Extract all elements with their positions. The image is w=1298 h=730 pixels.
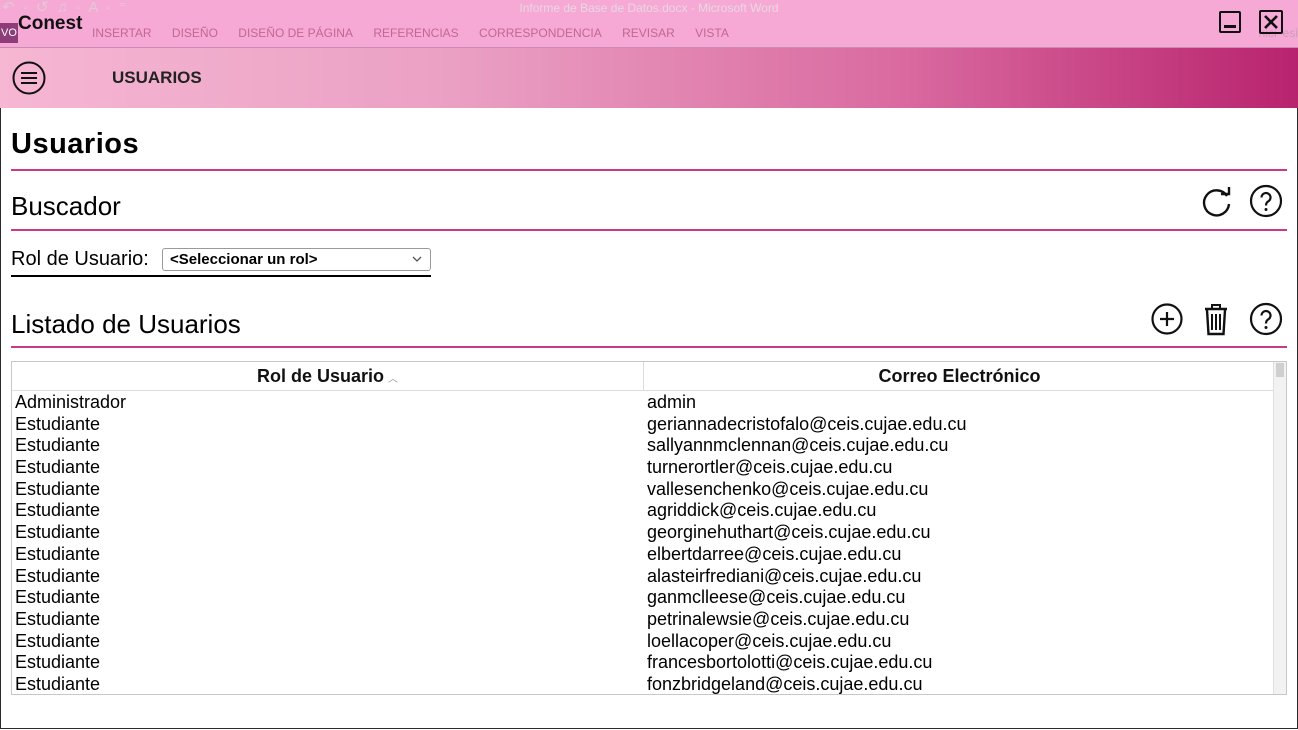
column-header-correo[interactable]: Correo Electrónico (644, 362, 1275, 390)
close-icon (1264, 15, 1278, 29)
cell-correo: fonzbridgeland@ceis.cujae.edu.cu (647, 673, 923, 694)
table-row[interactable]: Estudiante francesbortolotti@ceis.cujae.e… (12, 652, 1275, 674)
background-ribbon-tabs: INSERTAR DISEÑO DISEÑO DE PÁGINA REFEREN… (92, 26, 746, 40)
table-row[interactable]: Estudiante vallesenchenko@ceis.cujae.edu.… (12, 479, 1275, 501)
buscador-title: Buscador (11, 191, 121, 221)
buscador-help-button[interactable] (1249, 184, 1285, 220)
cell-rol: Estudiante (15, 435, 101, 456)
table-row[interactable]: Estudiante agriddick@ceis.cujae.edu.cu (12, 500, 1275, 522)
cell-rol: Estudiante (15, 457, 101, 478)
table-row[interactable]: Estudiante petrinalewsie@ceis.cujae.edu.c… (12, 609, 1275, 631)
cell-rol: Estudiante (15, 630, 101, 651)
table-row[interactable]: Administrador admin (12, 392, 1275, 414)
close-button[interactable] (1259, 10, 1283, 34)
cell-rol: Estudiante (15, 587, 101, 608)
table-scrollbar[interactable] (1273, 362, 1286, 694)
table-row[interactable]: Estudiante elbertdarree@ceis.cujae.edu.cu (12, 544, 1275, 566)
ribbon-file-tab-ghost: VO (0, 23, 18, 43)
ribbon-tab: DISEÑO DE PÁGINA (238, 26, 353, 40)
cell-rol: Estudiante (15, 478, 101, 499)
refresh-button[interactable] (1199, 184, 1235, 220)
table-row[interactable]: Estudiante geriannadecristofalo@ceis.cuja… (12, 414, 1275, 436)
title-bar: ↶ · ↺ ♫ · A · ⁼ Informe de Base de Datos… (0, 0, 1298, 48)
cell-correo: agriddick@ceis.cujae.edu.cu (647, 500, 877, 521)
table-row[interactable]: Estudiante loellacoper@ceis.cujae.edu.cu (12, 631, 1275, 653)
ribbon-tab: REVISAR (622, 26, 675, 40)
cell-correo: elbertdarree@ceis.cujae.edu.cu (647, 543, 902, 564)
chevron-down-icon (412, 256, 422, 262)
cell-correo: geriannadecristofalo@ceis.cujae.edu.cu (647, 413, 967, 434)
ribbon-tab: CORRESPONDENCIA (479, 26, 602, 40)
header-title: USUARIOS (112, 68, 202, 87)
add-user-button[interactable] (1150, 302, 1186, 338)
cell-rol: Estudiante (15, 673, 101, 694)
cell-rol: Administrador (15, 392, 127, 412)
filter-underline (11, 275, 431, 277)
table-row[interactable]: Estudiante fonzbridgeland@ceis.cujae.edu.… (12, 673, 1275, 694)
app-header: USUARIOS (0, 48, 1298, 108)
cell-rol: Estudiante (15, 565, 101, 586)
users-table: Rol de Usuario ︿ Correo Electrónico Admin… (11, 361, 1287, 695)
cell-correo: alasteirfrediani@ceis.cujae.edu.cu (647, 565, 922, 586)
ribbon-tab: INSERTAR (92, 26, 152, 40)
cell-correo: ganmclleese@ceis.cujae.edu.cu (647, 587, 906, 608)
cell-rol: Estudiante (15, 413, 101, 434)
rol-filter-label: Rol de Usuario: (11, 248, 149, 270)
ribbon-tab: VISTA (695, 26, 729, 40)
listado-title: Listado de Usuarios (11, 309, 241, 339)
divider (11, 346, 1287, 348)
trash-icon (1205, 304, 1227, 336)
cell-rol: Estudiante (15, 652, 101, 673)
cell-correo: turnerortler@ceis.cujae.edu.cu (647, 457, 893, 478)
table-row[interactable]: Estudiante ganmclleese@ceis.cujae.edu.cu (12, 587, 1275, 609)
rol-filter-select[interactable]: <Seleccionar un rol> (162, 248, 431, 271)
cell-correo: admin (647, 392, 697, 412)
cell-rol: Estudiante (15, 500, 101, 521)
ribbon-tab: DISEÑO (171, 26, 218, 40)
delete-user-button[interactable] (1199, 301, 1235, 337)
cell-rol: Estudiante (15, 522, 101, 543)
cell-correo: francesbortolotti@ceis.cujae.edu.cu (647, 652, 933, 673)
column-header-rol[interactable]: Rol de Usuario ︿ (12, 362, 644, 390)
ribbon-fragment: esi (1282, 26, 1298, 40)
menu-button[interactable] (12, 61, 46, 95)
help-circle-icon (1249, 302, 1283, 336)
refresh-icon (1202, 187, 1231, 217)
hamburger-circle-icon (12, 61, 46, 95)
cell-rol: Estudiante (15, 543, 101, 564)
table-row[interactable]: Estudiante turnerortler@ceis.cujae.edu.cu (12, 457, 1275, 479)
help-circle-icon (1249, 184, 1283, 218)
table-row[interactable]: Estudiante alasteirfrediani@ceis.cujae.ed… (12, 566, 1275, 588)
scrollbar-thumb[interactable] (1276, 363, 1284, 377)
cell-correo: sallyannmclennan@ceis.cujae.edu.cu (647, 435, 949, 456)
divider (11, 229, 1287, 231)
divider (11, 169, 1287, 171)
minimize-button[interactable] (1219, 11, 1241, 33)
cell-correo: georginehuthart@ceis.cujae.edu.cu (647, 522, 931, 543)
cell-correo: loellacoper@ceis.cujae.edu.cu (647, 630, 892, 651)
sort-ascending-icon: ︿ (388, 374, 399, 385)
column-header-label: Rol de Usuario (256, 366, 385, 386)
ribbon-tab: REFERENCIAS (373, 26, 459, 40)
add-circle-icon (1151, 303, 1183, 335)
app-name: Conest (18, 13, 83, 34)
table-row[interactable]: Estudiante georginehuthart@ceis.cujae.edu… (12, 522, 1275, 544)
table-row[interactable]: Estudiante sallyannmclennan@ceis.cujae.ed… (12, 435, 1275, 457)
table-header: Rol de Usuario ︿ Correo Electrónico (12, 362, 1275, 391)
page-title: Usuarios (11, 128, 140, 160)
cell-correo: vallesenchenko@ceis.cujae.edu.cu (647, 478, 929, 499)
listado-help-button[interactable] (1249, 302, 1285, 338)
rol-filter-value: <Seleccionar un rol> (170, 251, 318, 268)
table-body: Administrador admin Estudiante geriannadecr… (12, 392, 1275, 694)
cell-correo: petrinalewsie@ceis.cujae.edu.cu (647, 608, 910, 629)
background-window-title: Informe de Base de Datos.docx - Microsof… (519, 1, 779, 15)
cell-rol: Estudiante (15, 608, 101, 629)
